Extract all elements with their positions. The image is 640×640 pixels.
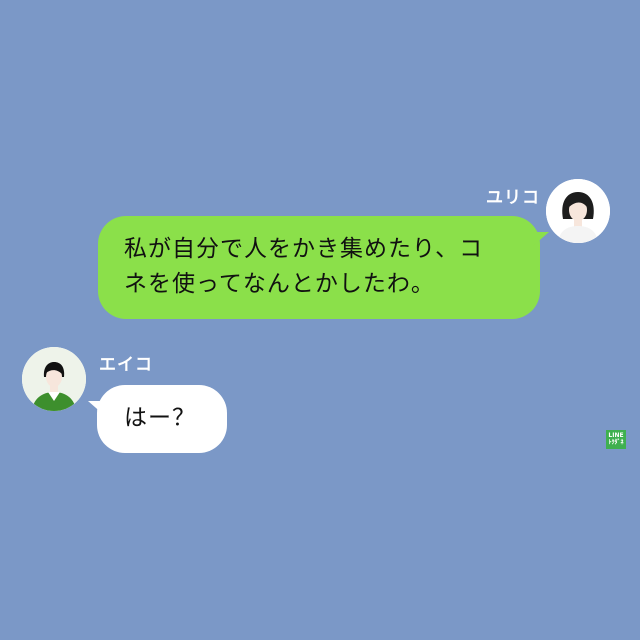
- yuriko-avatar[interactable]: [546, 179, 610, 243]
- line-watermark-logo: LINE ﾄｸﾀﾞﾈ: [606, 430, 626, 449]
- message-bubble-yuriko[interactable]: 私が自分で人をかき集めたり、コ ネを使ってなんとかしたわ。: [98, 216, 549, 319]
- watermark-line: LINE: [608, 432, 624, 439]
- message-line: 私が自分で人をかき集めたり、コ: [124, 236, 484, 262]
- green-top-avatar-icon: [22, 347, 86, 411]
- woman-avatar-icon: [546, 179, 610, 243]
- chat-background: [0, 0, 640, 640]
- sender-name-yuriko: ユリコ: [486, 188, 540, 208]
- message-line: ネを使ってなんとかしたわ。: [124, 271, 435, 297]
- message-bubble-eiko[interactable]: はー？: [88, 385, 227, 453]
- eiko-avatar[interactable]: [22, 347, 86, 411]
- watermark-line: ﾄｸﾀﾞﾈ: [608, 439, 624, 446]
- message-line: はー？: [124, 405, 196, 431]
- sender-name-eiko: エイコ: [99, 355, 153, 375]
